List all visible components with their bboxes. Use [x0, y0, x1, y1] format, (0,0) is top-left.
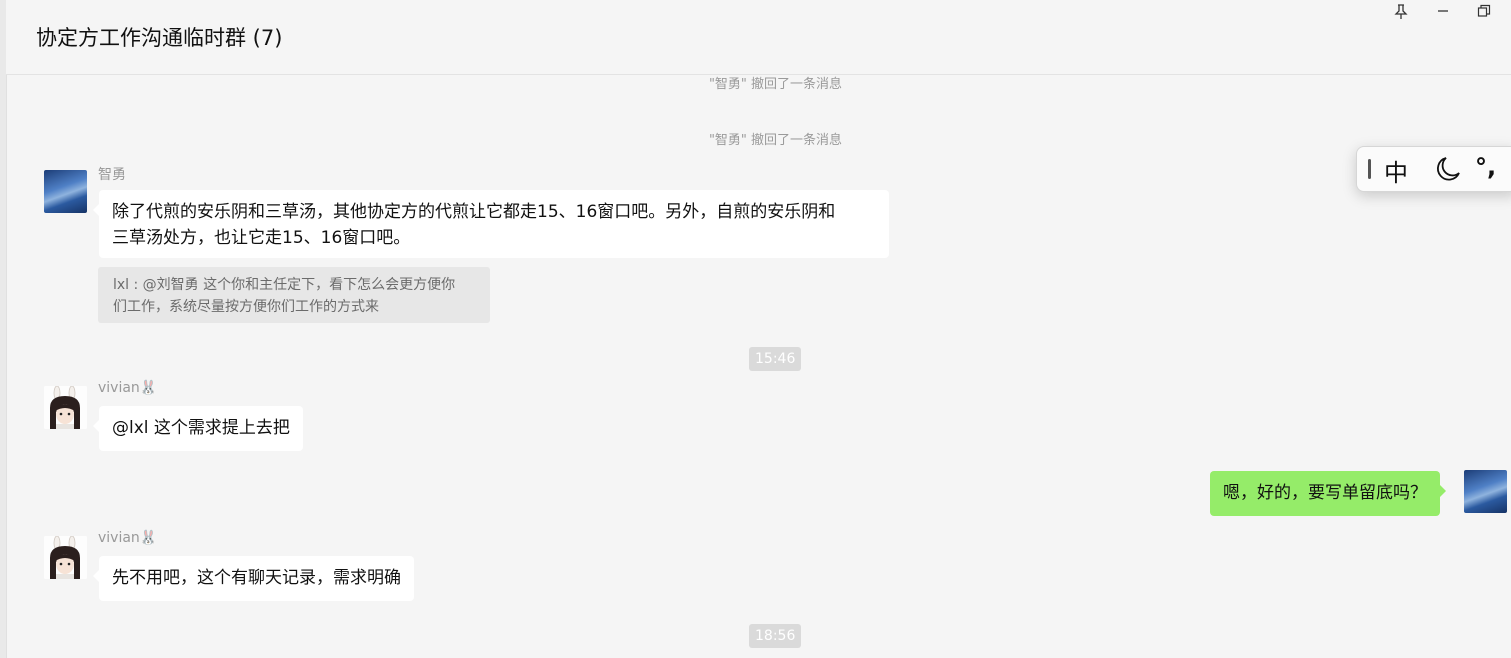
pin-icon[interactable]: [1391, 4, 1411, 22]
avatar[interactable]: [44, 536, 87, 579]
moon-icon[interactable]: [1435, 156, 1461, 186]
outgoing-message-bubble[interactable]: 嗯，好的，要写单留底吗？: [1210, 471, 1446, 516]
avatar[interactable]: [44, 386, 87, 429]
message-bubble[interactable]: @lxl 这个需求提上去把: [93, 406, 303, 451]
sender-name: vivian🐰: [98, 380, 158, 396]
system-message-recalled: "智勇" 撤回了一条消息: [708, 77, 843, 92]
time-divider: 18:56: [749, 624, 802, 648]
message-line: 三草汤处方，也让它走15、16窗口吧。: [112, 228, 411, 248]
minimize-icon[interactable]: [1433, 4, 1453, 22]
message-line: 除了代煎的安乐阴和三草汤，其他协定方的代煎让它都走15、16窗口吧。另外，自煎的…: [112, 202, 836, 222]
system-message-recalled: "智勇" 撤回了一条消息: [708, 133, 843, 148]
chat-header: 协定方工作沟通临时群 (7): [6, 0, 1511, 75]
input-mode-toggle[interactable]: 中: [1384, 153, 1408, 188]
restore-icon[interactable]: [1474, 4, 1494, 22]
sender-name: vivian🐰: [98, 530, 158, 546]
quote-line: lxl : @刘智勇 这个你和主任定下，看下怎么会更方便你: [113, 277, 456, 293]
punctuation-toggle[interactable]: °,: [1475, 153, 1496, 181]
left-panel-edge: [0, 0, 7, 658]
ime-toolbar[interactable]: 中 °,: [1356, 146, 1511, 192]
my-avatar[interactable]: [1464, 470, 1507, 513]
message-bubble[interactable]: 先不用吧，这个有聊天记录，需求明确: [93, 556, 414, 601]
drag-handle-icon[interactable]: [1368, 159, 1371, 179]
quote-line: 们工作，系统尽量按方便你们工作的方式来: [113, 299, 379, 315]
time-divider: 15:46: [749, 347, 802, 371]
quoted-message[interactable]: lxl : @刘智勇 这个你和主任定下，看下怎么会更方便你 们工作，系统尽量按方…: [98, 267, 490, 323]
message-bubble[interactable]: 除了代煎的安乐阴和三草汤，其他协定方的代煎让它都走15、16窗口吧。另外，自煎的…: [93, 190, 889, 258]
sender-name: 智勇: [98, 167, 126, 183]
avatar[interactable]: [44, 170, 87, 213]
chat-title: 协定方工作沟通临时群 (7): [36, 26, 283, 50]
